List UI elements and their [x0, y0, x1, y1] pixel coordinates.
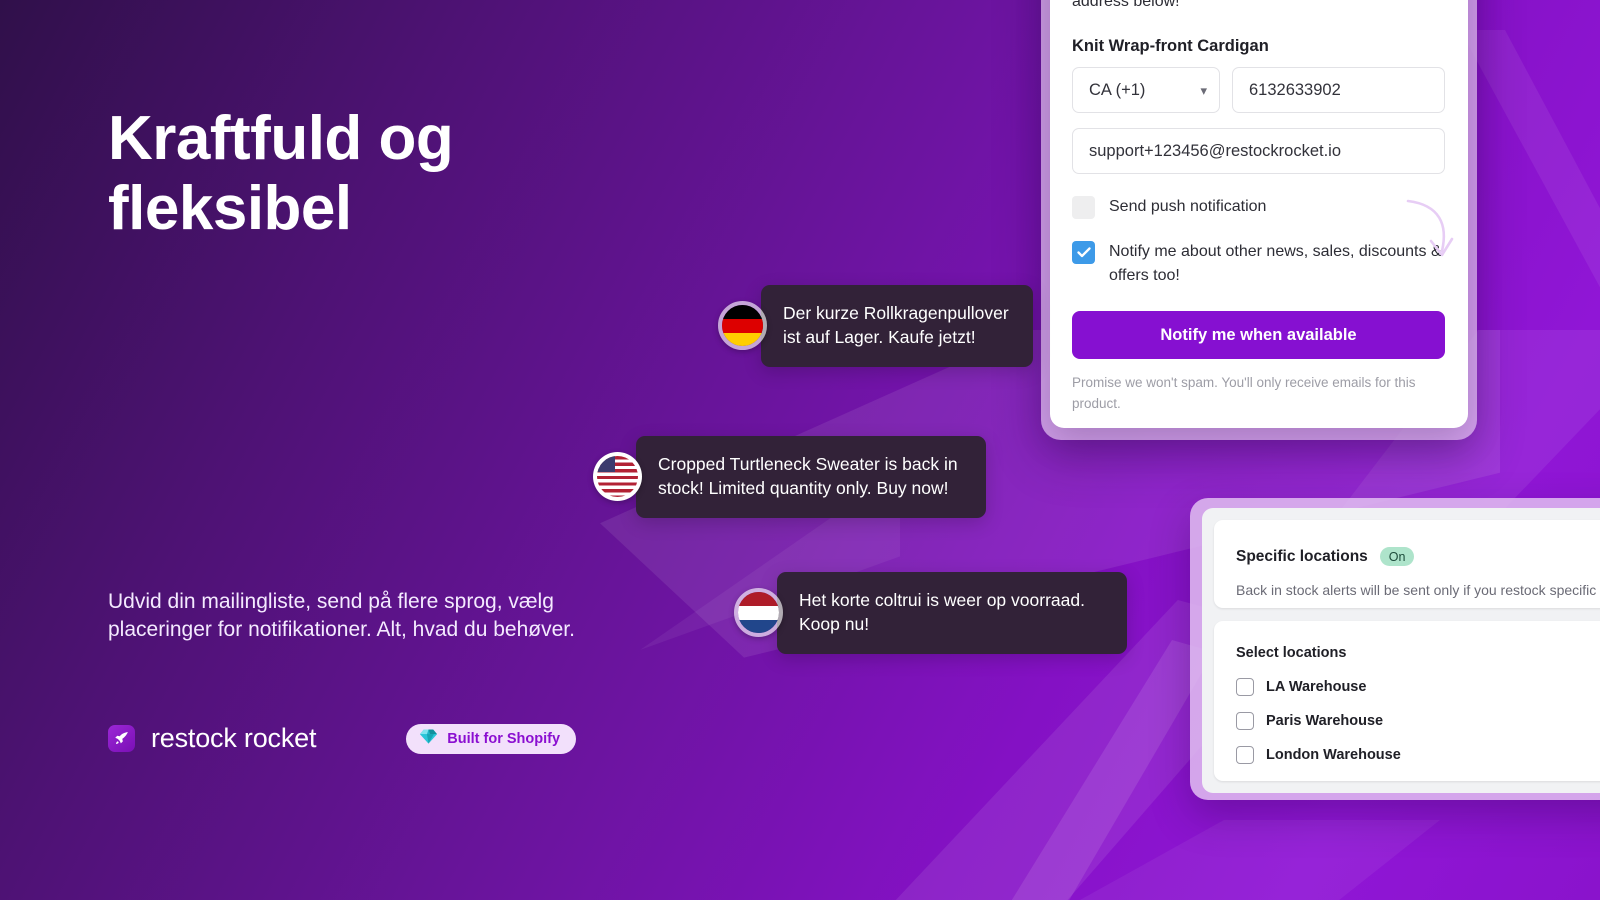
country-code-select[interactable]: CA (+1) ▾	[1072, 67, 1220, 113]
checkbox-unchecked-icon[interactable]	[1236, 678, 1254, 696]
push-notification-checkbox-row[interactable]: Send push notification	[1072, 195, 1452, 219]
promise-text: Promise we won't spam. You'll only recei…	[1072, 375, 1416, 411]
diamond-gem-icon	[419, 728, 438, 750]
flag-netherlands-icon	[734, 588, 783, 638]
push-notification-label: Send push notification	[1109, 198, 1267, 215]
email-input[interactable]: support+123456@restockrocket.io	[1072, 128, 1445, 174]
checkbox-unchecked-icon[interactable]	[1072, 196, 1095, 219]
marketing-consent-checkbox-row[interactable]: Notify me about other news, sales, disco…	[1072, 240, 1452, 288]
notification-bubble-english: Cropped Turtleneck Sweater is back in st…	[593, 436, 986, 518]
specific-locations-card: Specific locations On Back in stock aler…	[1214, 520, 1600, 608]
phone-row: CA (+1) ▾ 6132633902	[1072, 67, 1445, 113]
country-code-value: CA (+1)	[1089, 80, 1146, 99]
checkbox-unchecked-icon[interactable]	[1236, 746, 1254, 764]
hero-banner: Kraftfuld og fleksibel Udvid din mailing…	[0, 0, 1600, 900]
hero-subtext: Udvid din mailingliste, send på flere sp…	[108, 590, 575, 641]
brand-row: restock rocket Built for Shopify	[108, 723, 577, 754]
location-checkbox-row[interactable]: London Warehouse	[1236, 746, 1401, 764]
location-label: Paris Warehouse	[1266, 713, 1384, 729]
phone-input[interactable]: 6132633902	[1232, 67, 1445, 113]
notify-me-button[interactable]: Notify me when available	[1072, 311, 1445, 359]
chevron-down-icon: ▾	[1200, 82, 1207, 98]
built-for-shopify-badge[interactable]: Built for Shopify	[406, 723, 577, 754]
background-shape-diagonal-6	[1080, 820, 1440, 900]
notification-bubble-german: Der kurze Rollkragenpullover ist auf Lag…	[718, 285, 1033, 367]
flag-germany-icon	[718, 301, 767, 351]
checkbox-unchecked-icon[interactable]	[1236, 712, 1254, 730]
signup-intro-text: address below!	[1072, 0, 1180, 10]
page-title: Kraftfuld og fleksibel	[108, 104, 454, 244]
signup-card: address below! Knit Wrap-front Cardigan …	[1050, 0, 1468, 428]
notification-text: Cropped Turtleneck Sweater is back in st…	[636, 436, 986, 518]
product-title: Knit Wrap-front Cardigan	[1072, 37, 1269, 55]
location-label: London Warehouse	[1266, 747, 1401, 763]
brand-name: restock rocket	[151, 723, 317, 753]
select-locations-label: Select locations	[1236, 645, 1347, 661]
specific-locations-description: Back in stock alerts will be sent only i…	[1236, 582, 1600, 598]
notification-bubble-dutch: Het korte coltrui is weer op voorraad. K…	[734, 572, 1127, 654]
status-badge: On	[1379, 547, 1415, 566]
checkbox-checked-icon[interactable]	[1072, 241, 1095, 264]
locations-panel: Specific locations On Back in stock aler…	[1202, 508, 1600, 793]
notification-text: Der kurze Rollkragenpullover ist auf Lag…	[761, 285, 1033, 367]
specific-locations-title-row: Specific locations On	[1236, 547, 1415, 566]
specific-locations-title: Specific locations	[1236, 547, 1368, 565]
location-label: LA Warehouse	[1266, 679, 1367, 695]
built-for-shopify-label: Built for Shopify	[447, 730, 561, 747]
rocket-icon	[108, 725, 135, 752]
location-checkbox-row[interactable]: Paris Warehouse	[1236, 712, 1383, 730]
location-checkbox-row[interactable]: LA Warehouse	[1236, 678, 1366, 696]
phone-value: 6132633902	[1249, 80, 1341, 99]
email-value: support+123456@restockrocket.io	[1089, 141, 1342, 160]
flag-usa-icon	[593, 452, 642, 502]
marketing-consent-label: Notify me about other news, sales, disco…	[1109, 243, 1442, 284]
notification-text: Het korte coltrui is weer op voorraad. K…	[777, 572, 1127, 654]
select-locations-card: Select locations LA Warehouse Paris Ware…	[1214, 621, 1600, 781]
